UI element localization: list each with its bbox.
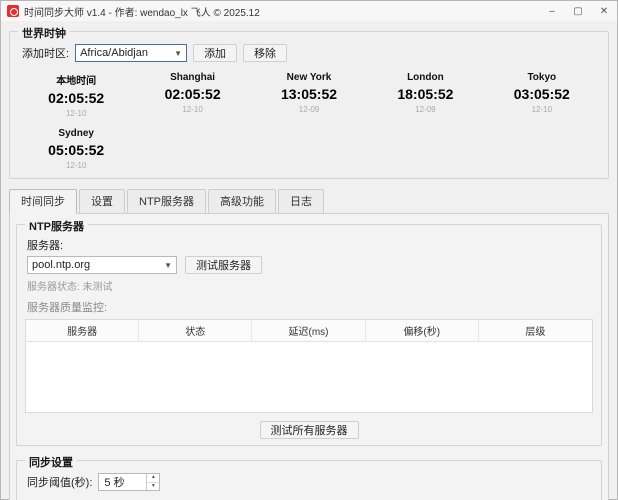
clock-date: 12-10 bbox=[18, 109, 134, 118]
sync-settings-title: 同步设置 bbox=[25, 454, 77, 470]
clock-date: 12-10 bbox=[484, 105, 600, 114]
col-status: 状态 bbox=[139, 320, 252, 341]
timezone-select[interactable]: Africa/Abidjan ▼ bbox=[75, 44, 187, 62]
quality-monitor-label: 服务器质量监控: bbox=[27, 299, 593, 315]
maximize-icon[interactable]: ▢ bbox=[565, 1, 591, 21]
server-row: pool.ntp.org ▼ 测试服务器 bbox=[27, 256, 593, 274]
spinner-buttons[interactable]: ▲ ▼ bbox=[146, 474, 159, 490]
server-status-text: 服务器状态: 未测试 bbox=[27, 278, 593, 293]
clock-date: 12-10 bbox=[18, 161, 134, 170]
threshold-value: 5 秒 bbox=[99, 474, 146, 490]
table-header-row: 服务器 状态 延迟(ms) 偏移(秒) 层级 bbox=[26, 320, 592, 342]
clock-time: 03:05:52 bbox=[484, 86, 600, 102]
clock-time: 05:05:52 bbox=[18, 142, 134, 158]
minimize-icon[interactable]: – bbox=[539, 1, 565, 21]
clock-name: London bbox=[367, 72, 483, 83]
test-server-button[interactable]: 测试服务器 bbox=[185, 256, 262, 274]
clock-time: 02:05:52 bbox=[134, 86, 250, 102]
world-clock-group: 世界时钟 添加时区: Africa/Abidjan ▼ 添加 移除 本地时间 0… bbox=[9, 31, 609, 179]
tab-advanced[interactable]: 高级功能 bbox=[208, 189, 276, 213]
world-clock-grid: 本地时间 02:05:52 12-10 Shanghai 02:05:52 12… bbox=[18, 70, 600, 172]
table-body-empty bbox=[26, 342, 592, 412]
ntp-group-title: NTP服务器 bbox=[25, 218, 88, 234]
clock-date: 12-09 bbox=[251, 105, 367, 114]
clock-time: 18:05:52 bbox=[367, 86, 483, 102]
clock-cell-london: London 18:05:52 12-09 bbox=[367, 70, 483, 120]
clock-time: 13:05:52 bbox=[251, 86, 367, 102]
server-quality-table: 服务器 状态 延迟(ms) 偏移(秒) 层级 bbox=[25, 319, 593, 413]
window-title: 时间同步大师 v1.4 - 作者: wendao_lx 飞人 © 2025.12 bbox=[24, 4, 539, 19]
spinner-up-icon[interactable]: ▲ bbox=[147, 474, 159, 483]
sync-settings-group: 同步设置 同步阈值(秒): 5 秒 ▲ ▼ 渐进式时间调整 调整时长(秒): 5… bbox=[16, 460, 602, 500]
clock-name: New York bbox=[251, 72, 367, 83]
clock-date: 12-09 bbox=[367, 105, 483, 114]
title-bar: 时间同步大师 v1.4 - 作者: wendao_lx 飞人 © 2025.12… bbox=[1, 1, 617, 21]
remove-timezone-button[interactable]: 移除 bbox=[243, 44, 287, 62]
clock-name: 本地时间 bbox=[18, 72, 134, 87]
clock-cell-newyork: New York 13:05:52 12-09 bbox=[251, 70, 367, 120]
threshold-spinner[interactable]: 5 秒 ▲ ▼ bbox=[98, 473, 160, 491]
col-latency: 延迟(ms) bbox=[252, 320, 365, 341]
test-all-servers-button[interactable]: 测试所有服务器 bbox=[260, 421, 359, 439]
col-server: 服务器 bbox=[26, 320, 139, 341]
ntp-server-value: pool.ntp.org bbox=[32, 259, 90, 271]
test-all-row: 测试所有服务器 bbox=[25, 421, 593, 439]
clock-time: 02:05:52 bbox=[18, 90, 134, 106]
app-window: 时间同步大师 v1.4 - 作者: wendao_lx 飞人 © 2025.12… bbox=[0, 0, 618, 500]
threshold-row: 同步阈值(秒): 5 秒 ▲ ▼ bbox=[27, 473, 593, 491]
window-controls: – ▢ ✕ bbox=[539, 1, 617, 21]
ntp-server-select[interactable]: pool.ntp.org ▼ bbox=[27, 256, 177, 274]
threshold-label: 同步阈值(秒): bbox=[27, 474, 92, 490]
app-icon bbox=[7, 5, 19, 17]
clock-cell-sydney: Sydney 05:05:52 12-10 bbox=[18, 126, 134, 172]
tab-ntp-server[interactable]: NTP服务器 bbox=[127, 189, 206, 213]
col-stratum: 层级 bbox=[479, 320, 592, 341]
col-offset: 偏移(秒) bbox=[366, 320, 479, 341]
chevron-down-icon: ▼ bbox=[164, 261, 172, 270]
clock-name: Sydney bbox=[18, 128, 134, 139]
server-label: 服务器: bbox=[27, 237, 593, 253]
time-sync-panel: NTP服务器 服务器: pool.ntp.org ▼ 测试服务器 服务器状态: … bbox=[9, 213, 609, 500]
ntp-server-group: NTP服务器 服务器: pool.ntp.org ▼ 测试服务器 服务器状态: … bbox=[16, 224, 602, 446]
spinner-down-icon[interactable]: ▼ bbox=[147, 483, 159, 491]
tab-time-sync[interactable]: 时间同步 bbox=[9, 189, 77, 213]
add-timezone-label: 添加时区: bbox=[22, 45, 69, 61]
clock-cell-shanghai: Shanghai 02:05:52 12-10 bbox=[134, 70, 250, 120]
add-timezone-button[interactable]: 添加 bbox=[193, 44, 237, 62]
clock-name: Shanghai bbox=[134, 72, 250, 83]
clock-date: 12-10 bbox=[134, 105, 250, 114]
world-clock-title: 世界时钟 bbox=[18, 25, 70, 41]
clock-name: Tokyo bbox=[484, 72, 600, 83]
chevron-down-icon: ▼ bbox=[174, 49, 182, 58]
add-timezone-row: 添加时区: Africa/Abidjan ▼ 添加 移除 bbox=[22, 44, 600, 62]
clock-cell-tokyo: Tokyo 03:05:52 12-10 bbox=[484, 70, 600, 120]
clock-cell-local: 本地时间 02:05:52 12-10 bbox=[18, 70, 134, 120]
tab-log[interactable]: 日志 bbox=[278, 189, 324, 213]
tab-bar: 时间同步 设置 NTP服务器 高级功能 日志 bbox=[9, 189, 609, 213]
tab-settings[interactable]: 设置 bbox=[79, 189, 125, 213]
timezone-value: Africa/Abidjan bbox=[80, 47, 148, 59]
close-icon[interactable]: ✕ bbox=[591, 1, 617, 21]
